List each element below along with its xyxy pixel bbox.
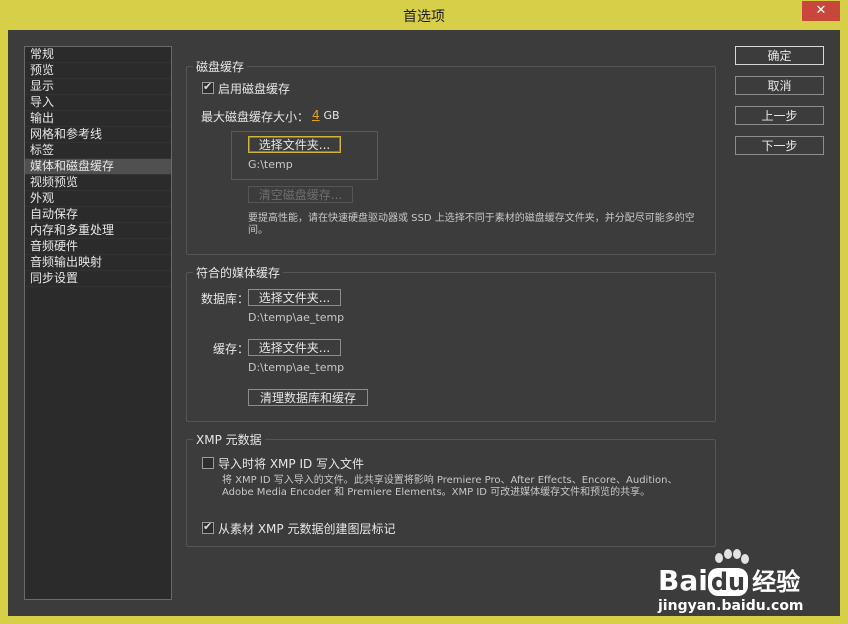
cache-choose-folder-button[interactable]: 选择文件夹... [248, 339, 341, 356]
sidebar-item[interactable]: 常规 [25, 47, 171, 63]
category-list[interactable]: 常规 预览 显示 导入 输出 网格和参考线 标签 媒体和磁盘缓存 视频预览 外观 自动保存 内存和多重… [24, 46, 172, 600]
checkmark-icon: ✔ [203, 80, 213, 93]
enable-disk-cache-label: 启用磁盘缓存 [218, 82, 291, 96]
cache-label: 缓存： [213, 342, 250, 356]
sidebar-item[interactable]: 导入 [25, 95, 171, 111]
baidu-brand: Bai du 经验 [658, 562, 800, 597]
sidebar-item[interactable]: 媒体和磁盘缓存 [25, 159, 171, 175]
disk-cache-title: 磁盘缓存 [193, 58, 248, 75]
xmp-title: XMP 元数据 [193, 431, 265, 448]
checkmark-icon: ✔ [203, 520, 213, 533]
sidebar-item[interactable]: 显示 [25, 79, 171, 95]
title-bar: 首选项 ✕ [0, 0, 848, 30]
brand-du: du [707, 568, 749, 596]
sidebar-item[interactable]: 外观 [25, 191, 171, 207]
ok-button[interactable]: 确定 [735, 46, 824, 65]
sidebar-item[interactable]: 网格和参考线 [25, 127, 171, 143]
sidebar-item[interactable]: 音频输出映射 [25, 255, 171, 271]
window-title: 首选项 [403, 9, 445, 25]
xmp-note: 将 XMP ID 写入导入的文件。此共享设置将影响 Premiere Pro、A… [222, 475, 678, 498]
disk-cache-group: 磁盘缓存 ✔ 启用磁盘缓存 最大磁盘缓存大小： 4 GB 选择文件夹... G:… [186, 58, 716, 255]
dialog-body: 常规 预览 显示 导入 输出 网格和参考线 标签 媒体和磁盘缓存 视频预览 外观 自动保存 内存和多重… [8, 30, 840, 616]
sidebar-item[interactable]: 预览 [25, 63, 171, 79]
sidebar-item[interactable]: 音频硬件 [25, 239, 171, 255]
write-xmp-label: 导入时将 XMP ID 写入文件 [218, 457, 365, 471]
max-cache-size-unit: GB [323, 109, 340, 122]
media-cache-title: 符合的媒体缓存 [193, 264, 284, 281]
watermark-url: jingyan.baidu.com [658, 598, 804, 614]
create-layer-markers-checkbox[interactable]: ✔ [202, 520, 214, 534]
sidebar-item[interactable]: 自动保存 [25, 207, 171, 223]
database-choose-folder-button[interactable]: 选择文件夹... [248, 289, 341, 306]
baidu-watermark: Bai du 经验 jingyan.baidu.com [648, 540, 838, 616]
preferences-window: 首选项 ✕ 常规 预览 显示 导入 输出 网格和参考线 标签 媒体和磁盘缓存 视频预览 外观 自动保… [0, 0, 848, 624]
enable-disk-cache-checkbox[interactable]: ✔ [202, 80, 214, 94]
max-cache-size-group: 4 GB [312, 108, 340, 122]
disk-cache-note: 要提高性能，请在快速硬盘驱动器或 SSD 上选择不同于素材的磁盘缓存文件夹，并分… [248, 213, 695, 236]
close-button[interactable]: ✕ [802, 1, 840, 21]
cancel-button[interactable]: 取消 [735, 76, 824, 95]
max-cache-size-value[interactable]: 4 [312, 108, 320, 122]
clean-database-cache-button[interactable]: 清理数据库和缓存 [248, 389, 368, 406]
sidebar-item[interactable]: 内存和多重处理 [25, 223, 171, 239]
clear-disk-cache-button[interactable]: 清空磁盘缓存... [248, 186, 353, 203]
next-button[interactable]: 下一步 [735, 136, 824, 155]
disk-cache-choose-folder-button[interactable]: 选择文件夹... [248, 136, 341, 153]
create-layer-markers-label: 从素材 XMP 元数据创建图层标记 [218, 522, 396, 536]
write-xmp-checkbox[interactable] [202, 457, 214, 469]
cache-path: D:\temp\ae_temp [248, 361, 345, 374]
media-cache-group: 符合的媒体缓存 数据库： 选择文件夹... D:\temp\ae_temp 缓存… [186, 264, 716, 422]
sidebar-item[interactable]: 同步设置 [25, 271, 171, 287]
sidebar-item[interactable]: 输出 [25, 111, 171, 127]
brand-jingyan: 经验 [752, 568, 801, 596]
close-icon: ✕ [815, 3, 827, 18]
database-label: 数据库： [201, 292, 250, 306]
disk-cache-path: G:\temp [248, 158, 293, 171]
sidebar-item[interactable]: 标签 [25, 143, 171, 159]
database-path: D:\temp\ae_temp [248, 311, 345, 324]
max-cache-size-label: 最大磁盘缓存大小： [201, 110, 310, 124]
previous-button[interactable]: 上一步 [735, 106, 824, 125]
sidebar-item[interactable]: 视频预览 [25, 175, 171, 191]
xmp-metadata-group: XMP 元数据 导入时将 XMP ID 写入文件 将 XMP ID 写入导入的文… [186, 431, 716, 547]
brand-bai: Bai [658, 564, 708, 597]
